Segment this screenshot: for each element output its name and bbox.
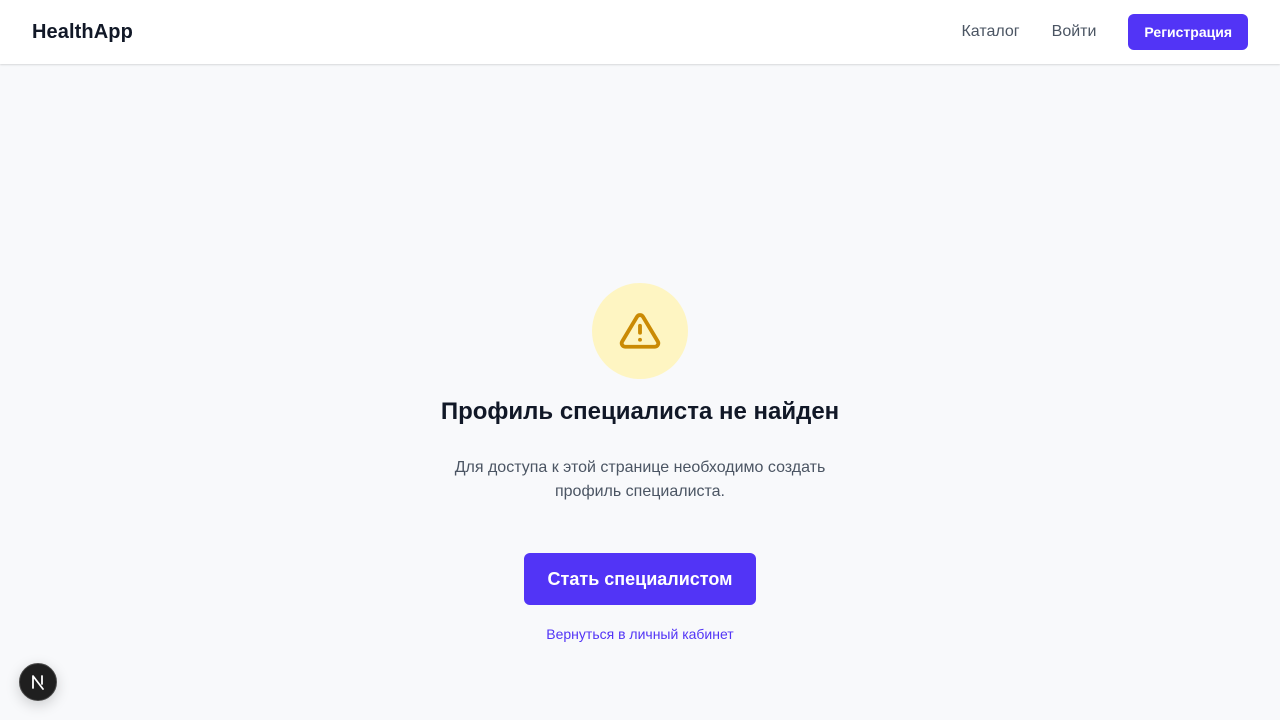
main-content: Профиль специалиста не найден Для доступ…: [0, 64, 1280, 720]
become-specialist-button[interactable]: Стать специалистом: [523, 553, 757, 606]
page-description: Для доступа к этой странице необходимо с…: [454, 459, 826, 501]
brand-logo[interactable]: HealthApp: [32, 21, 133, 44]
register-button[interactable]: Регистрация: [1128, 14, 1248, 50]
warning-icon-circle: [592, 283, 688, 379]
nextjs-dev-badge[interactable]: [19, 663, 57, 701]
page-title: Профиль специалиста не найден: [440, 398, 840, 425]
top-navbar: HealthApp Каталог Войти Регистрация: [0, 0, 1280, 64]
nav-link-login[interactable]: Войти: [1052, 23, 1097, 41]
nextjs-icon: [32, 675, 44, 690]
nav-link-catalog[interactable]: Каталог: [961, 23, 1019, 41]
main-nav: Каталог Войти Регистрация: [961, 14, 1248, 50]
warning-triangle-icon: [619, 313, 661, 349]
back-to-cabinet-link[interactable]: Вернуться в личный кабинет: [546, 626, 733, 642]
